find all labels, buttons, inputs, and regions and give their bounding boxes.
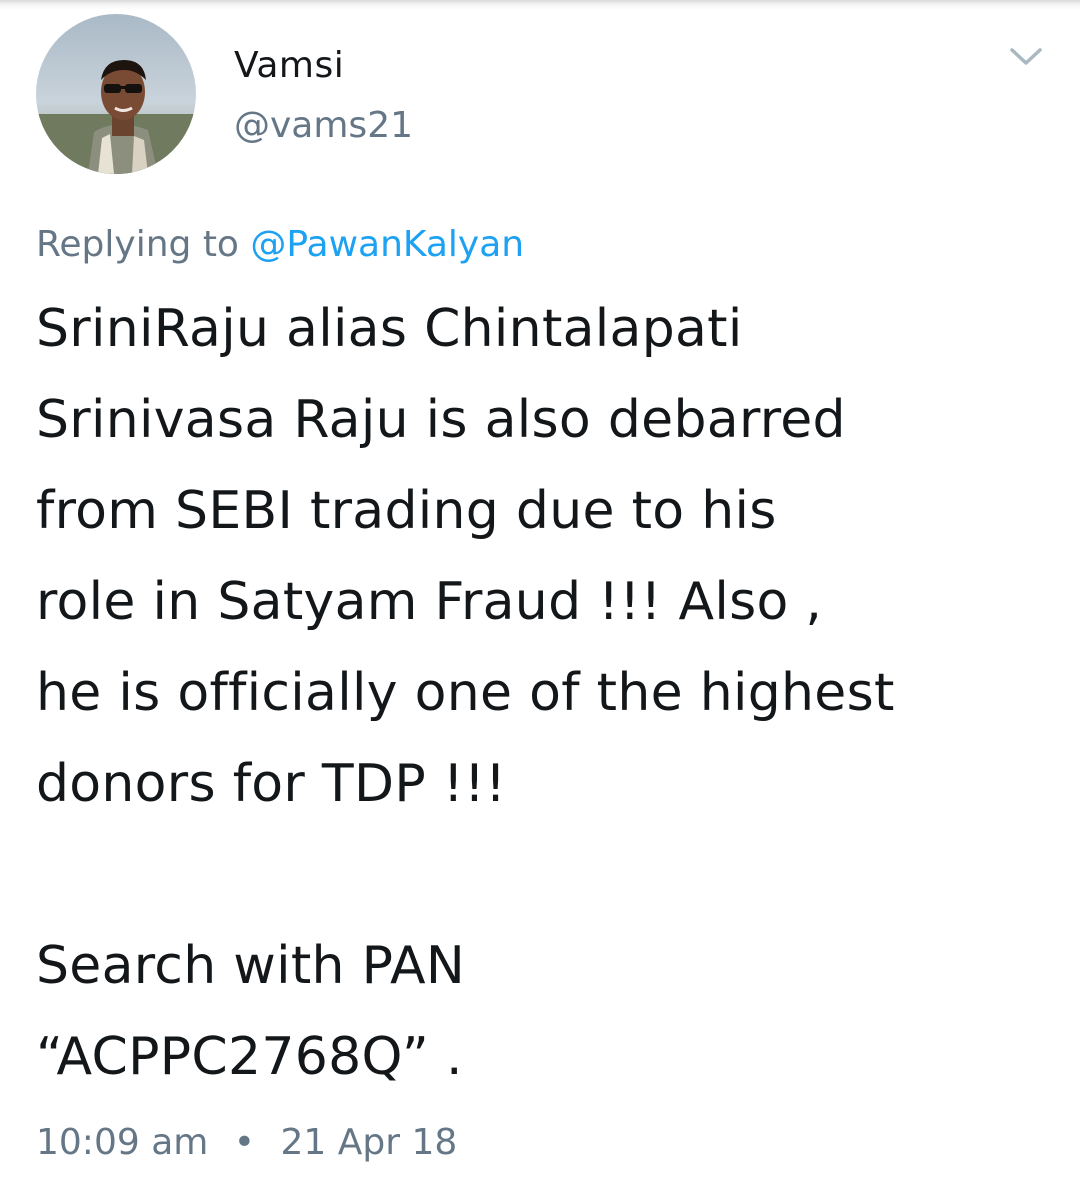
tweet-date[interactable]: 21 Apr 18 bbox=[280, 1122, 457, 1163]
tweet-time[interactable]: 10:09 am bbox=[36, 1122, 208, 1163]
reply-mention-link[interactable]: @PawanKalyan bbox=[250, 224, 524, 265]
tweet-header: Vamsi @vams21 bbox=[36, 14, 1046, 174]
replying-prefix: Replying to bbox=[36, 224, 239, 265]
meta-separator: • bbox=[233, 1122, 256, 1163]
display-name[interactable]: Vamsi bbox=[234, 44, 413, 88]
user-info[interactable]: Vamsi @vams21 bbox=[234, 44, 413, 148]
top-divider bbox=[0, 0, 1080, 10]
user-handle[interactable]: @vams21 bbox=[234, 104, 413, 148]
replying-to-line: Replying to @PawanKalyan bbox=[36, 222, 524, 268]
chevron-down-icon[interactable] bbox=[1006, 42, 1046, 72]
avatar[interactable] bbox=[36, 14, 196, 174]
avatar-photo bbox=[36, 14, 196, 174]
tweet-timestamp: 10:09 am • 21 Apr 18 bbox=[36, 1120, 457, 1166]
tweet-text: SriniRaju alias Chintalapati Srinivasa R… bbox=[36, 299, 895, 1087]
